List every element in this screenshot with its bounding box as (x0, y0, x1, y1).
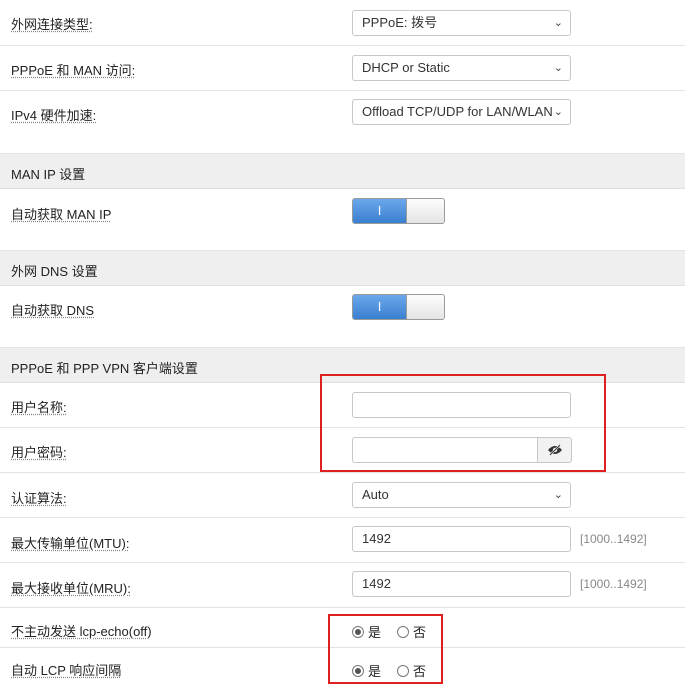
auth-value: Auto (362, 487, 389, 502)
hw-accel-label: IPv4 硬件加速: (11, 108, 97, 123)
auto-man-ip-row: 自动获取 MAN IP I (0, 189, 685, 251)
password-label: 用户密码: (11, 445, 67, 460)
toggle-on-indicator: I (353, 295, 406, 319)
auth-select[interactable]: Auto ⌄ (352, 482, 571, 508)
auth-row: 认证算法: Auto ⌄ (0, 473, 685, 518)
pppoe-section-title: PPPoE 和 PPP VPN 客户端设置 (11, 361, 198, 376)
mtu-input[interactable]: 1492 (352, 526, 571, 552)
lcp-options-highlight-box (328, 614, 443, 684)
mtu-label: 最大传输单位(MTU): (11, 536, 130, 551)
lcp-echo-label: 不主动发送 lcp-echo(off) (11, 624, 152, 639)
auto-man-ip-label: 自动获取 MAN IP (11, 207, 112, 222)
dns-section-header: 外网 DNS 设置 (0, 251, 685, 286)
mru-label: 最大接收单位(MRU): (11, 581, 131, 596)
dns-section-title: 外网 DNS 设置 (11, 264, 98, 279)
man-access-label: PPPoE 和 MAN 访问: (11, 63, 136, 78)
auto-dns-label: 自动获取 DNS (11, 303, 95, 318)
chevron-down-icon: ⌄ (553, 106, 563, 118)
mru-row: 最大接收单位(MRU): 1492 [1000..1492] (0, 563, 685, 608)
username-label: 用户名称: (11, 400, 67, 415)
chevron-down-icon: ⌄ (553, 17, 563, 29)
man-access-row: PPPoE 和 MAN 访问: DHCP or Static ⌄ (0, 46, 685, 91)
auto-dns-row: 自动获取 DNS I (0, 286, 685, 348)
auto-dns-toggle[interactable]: I (352, 294, 445, 320)
man-ip-section-title: MAN IP 设置 (11, 167, 86, 182)
mru-range-hint: [1000..1492] (580, 577, 647, 591)
mtu-row: 最大传输单位(MTU): 1492 [1000..1492] (0, 518, 685, 563)
toggle-knob (406, 199, 444, 223)
man-access-value: DHCP or Static (362, 60, 450, 75)
wan-connection-type-select[interactable]: PPPoE: 拨号 ⌄ (352, 10, 571, 36)
toggle-on-indicator: I (353, 199, 406, 223)
man-ip-section-header: MAN IP 设置 (0, 154, 685, 189)
chevron-down-icon: ⌄ (553, 489, 563, 501)
auth-label: 认证算法: (11, 491, 67, 506)
hw-accel-value: Offload TCP/UDP for LAN/WLAN (362, 104, 553, 119)
man-access-select[interactable]: DHCP or Static ⌄ (352, 55, 571, 81)
credentials-highlight-box (320, 374, 606, 472)
mtu-range-hint: [1000..1492] (580, 532, 647, 546)
hw-accel-row: IPv4 硬件加速: Offload TCP/UDP for LAN/WLAN … (0, 91, 685, 154)
wan-connection-type-row: 外网连接类型: PPPoE: 拨号 ⌄ (0, 0, 685, 46)
auto-lcp-label: 自动 LCP 响应间隔 (11, 663, 122, 678)
wan-connection-type-value: PPPoE: 拨号 (362, 15, 438, 30)
toggle-knob (406, 295, 444, 319)
hw-accel-select[interactable]: Offload TCP/UDP for LAN/WLAN ⌄ (352, 99, 571, 125)
wan-connection-type-label: 外网连接类型: (11, 17, 93, 32)
mru-input[interactable]: 1492 (352, 571, 571, 597)
chevron-down-icon: ⌄ (553, 62, 563, 74)
auto-man-ip-toggle[interactable]: I (352, 198, 445, 224)
